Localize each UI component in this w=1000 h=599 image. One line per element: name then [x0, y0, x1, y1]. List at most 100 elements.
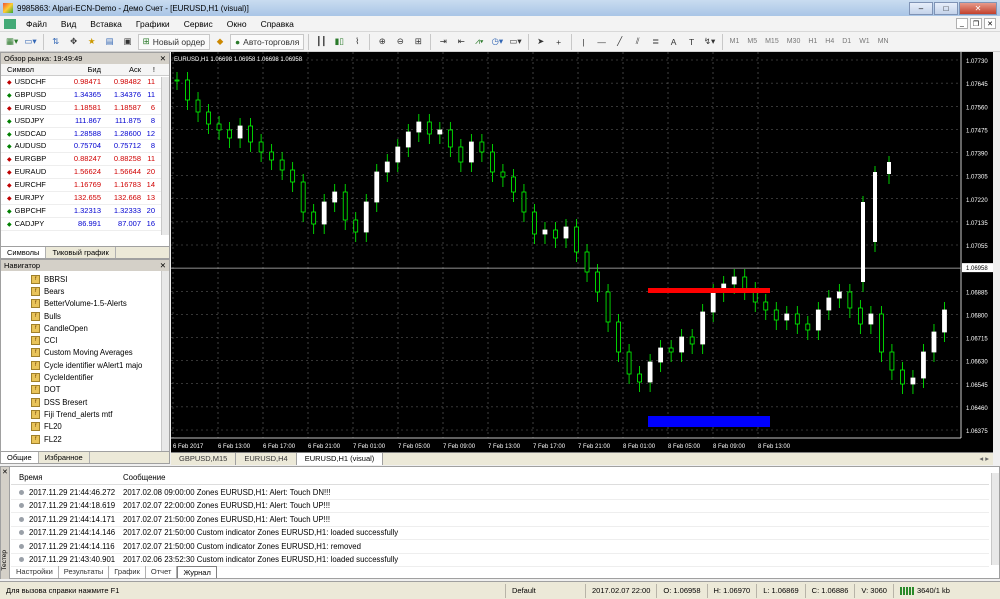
data-window-icon[interactable]: ✥ [66, 34, 82, 50]
tab-common[interactable]: Общие [1, 452, 39, 463]
fibonacci-icon[interactable]: ≣ [648, 34, 664, 50]
tester-icon[interactable]: ▣ [120, 34, 136, 50]
market-watch-row[interactable]: ◆ EURGBP 0.88247 0.88258 11 [1, 153, 169, 167]
tab-settings[interactable]: Настройки [11, 566, 59, 578]
timeframe-h1[interactable]: H1 [805, 38, 820, 45]
navigator-item[interactable]: f Fiji Trend_alerts mtf [1, 408, 169, 420]
market-watch-row[interactable]: ◆ USDCHF 0.98471 0.98482 11 [1, 76, 169, 89]
navigator-item[interactable]: f Custom Moving Averages [1, 347, 169, 359]
timeframe-m1[interactable]: M1 [727, 38, 743, 45]
mdi-close-button[interactable]: ✕ [984, 18, 996, 29]
journal-row[interactable]: 2017.11.29 21:44:46.272 2017.02.08 09:00:… [11, 486, 989, 500]
col-symbol[interactable]: Символ [1, 64, 63, 75]
panel-close-icon[interactable]: ✕ [160, 53, 169, 64]
chart-tab-eurusd-h1[interactable]: EURUSD,H1 (visual) [296, 453, 384, 465]
arrows-icon[interactable]: ↯▾ [702, 34, 718, 50]
menu-insert[interactable]: Вставка [83, 16, 129, 32]
text-label-icon[interactable]: T [684, 34, 700, 50]
navigator-item[interactable]: f FL20 [1, 421, 169, 433]
navigator-item[interactable]: f CandleOpen [1, 322, 169, 334]
timeframe-mn[interactable]: MN [875, 38, 892, 45]
tab-tick-chart[interactable]: Тиковый график [46, 247, 116, 258]
menu-file[interactable]: Файл [19, 16, 54, 32]
market-watch-row[interactable]: ◆ USDJPY 111.867 111.875 8 [1, 115, 169, 128]
timeframe-h4[interactable]: H4 [822, 38, 837, 45]
crosshair-icon[interactable]: + [551, 34, 567, 50]
new-order-button[interactable]: ⊞ Новый ордер [137, 33, 211, 50]
periods-icon[interactable]: ◷▾ [489, 34, 505, 50]
navigator-item[interactable]: f FL22 [1, 433, 169, 445]
bar-chart-icon[interactable]: ┃┃ [313, 34, 329, 50]
col-message[interactable]: Сообщение [123, 473, 165, 484]
menu-window[interactable]: Окно [220, 16, 254, 32]
chart-shift-icon[interactable]: ⇤ [453, 34, 469, 50]
navigator-scrollbar[interactable] [161, 271, 169, 451]
indicators-icon[interactable]: ⩘▾ [471, 34, 487, 50]
market-watch-row[interactable]: ◆ GBPUSD 1.34365 1.34376 11 [1, 89, 169, 102]
market-watch-row[interactable]: ◆ AUDUSD 0.75704 0.75712 8 [1, 140, 169, 154]
journal-row[interactable]: 2017.11.29 21:44:18.619 2017.02.07 22:00:… [11, 500, 989, 513]
market-watch-scrollbar[interactable] [161, 77, 169, 235]
chart-canvas[interactable]: 1.07730 1.07645 1.07560 1.07475 1.07390 1.073… [171, 52, 993, 452]
tab-report[interactable]: Отчет [146, 566, 178, 578]
chart-tab-scroll-icon[interactable]: ◂ ▸ [979, 453, 993, 465]
maximize-button[interactable]: □ [934, 1, 958, 15]
chart-tab-eurusd-h4[interactable]: EURUSD,H4 [236, 453, 297, 465]
market-watch-row[interactable]: ◆ CADJPY 86.991 87.007 16 [1, 218, 169, 231]
templates-icon[interactable]: ▭▾ [507, 34, 523, 50]
journal-row[interactable]: 2017.11.29 21:43:40.901 2017.02.06 23:52:… [11, 554, 989, 567]
timeframe-m30[interactable]: M30 [784, 38, 804, 45]
journal-row[interactable]: 2017.11.29 21:44:14.116 2017.02.07 21:50:… [11, 540, 989, 554]
candlestick-icon[interactable]: ▮▯ [331, 34, 347, 50]
navigator-item[interactable]: f CCI [1, 334, 169, 346]
tab-favorites[interactable]: Избранное [39, 452, 90, 463]
journal-row[interactable]: 2017.11.29 21:44:14.146 2017.02.07 21:50:… [11, 527, 989, 540]
journal-row[interactable]: 2017.11.29 21:44:14.171 2017.02.07 21:50:… [11, 513, 989, 527]
navigator-icon[interactable]: ★ [84, 34, 100, 50]
menu-tools[interactable]: Сервис [177, 16, 220, 32]
channel-icon[interactable]: ⫽ [630, 34, 646, 50]
mdi-minimize-button[interactable]: _ [956, 18, 968, 29]
timeframe-w1[interactable]: W1 [856, 38, 873, 45]
market-watch-row[interactable]: ◆ EURCHF 1.16769 1.16783 14 [1, 179, 169, 193]
panel-close-icon[interactable]: ✕ [160, 260, 169, 271]
market-watch-row[interactable]: ◆ EURAUD 1.56624 1.56644 20 [1, 166, 169, 180]
minimize-button[interactable]: – [909, 1, 933, 15]
col-bid[interactable]: Бид [63, 64, 102, 75]
profiles-icon[interactable]: ▭▾ [22, 34, 38, 50]
zoom-out-icon[interactable]: ⊖ [392, 34, 408, 50]
navigator-item[interactable]: f Cycle identifier wAlert1 majo [1, 359, 169, 371]
cursor-icon[interactable]: ➤ [533, 34, 549, 50]
journal-scrollbar[interactable] [991, 473, 999, 565]
market-watch-icon[interactable]: ⇅ [48, 34, 64, 50]
tab-results[interactable]: Результаты [59, 566, 110, 578]
navigator-item[interactable]: f DOT [1, 384, 169, 396]
col-ask[interactable]: Аск [101, 64, 141, 75]
vertical-line-icon[interactable]: | [576, 34, 592, 50]
navigator-item[interactable]: f Bulls [1, 310, 169, 322]
trendline-icon[interactable]: ╱ [612, 34, 628, 50]
navigator-item[interactable]: f BetterVolume-1.5-Alerts [1, 298, 169, 310]
navigator-item[interactable]: f DSS Bresert [1, 396, 169, 408]
metaeditor-icon[interactable]: ◆ [212, 34, 228, 50]
new-chart-icon[interactable]: ▦▾ [4, 34, 20, 50]
timeframe-m5[interactable]: M5 [744, 38, 760, 45]
tester-close-icon[interactable]: ✕ [2, 468, 8, 476]
chart-tab-gbpusd-m15[interactable]: GBPUSD,M15 [171, 453, 237, 465]
text-icon[interactable]: A [666, 34, 682, 50]
navigator-item[interactable]: f CycleIdentifier [1, 371, 169, 383]
close-button[interactable]: ✕ [959, 1, 997, 15]
navigator-item[interactable]: f BBRSI [1, 273, 169, 285]
tab-symbols[interactable]: Символы [1, 247, 47, 258]
auto-scroll-icon[interactable]: ⇥ [435, 34, 451, 50]
menu-view[interactable]: Вид [54, 16, 83, 32]
horizontal-line-icon[interactable]: — [594, 34, 610, 50]
timeframe-m15[interactable]: M15 [762, 38, 782, 45]
terminal-icon[interactable]: ▤ [102, 34, 118, 50]
tab-journal[interactable]: Журнал [177, 566, 217, 578]
tab-graph[interactable]: График [109, 566, 146, 578]
market-watch-row[interactable]: ◆ USDCAD 1.28588 1.28600 12 [1, 128, 169, 141]
mdi-restore-button[interactable]: ❐ [970, 18, 982, 29]
col-time[interactable]: Время [11, 473, 123, 484]
market-watch-row[interactable]: ◆ EURUSD 1.18581 1.18587 6 [1, 102, 169, 115]
